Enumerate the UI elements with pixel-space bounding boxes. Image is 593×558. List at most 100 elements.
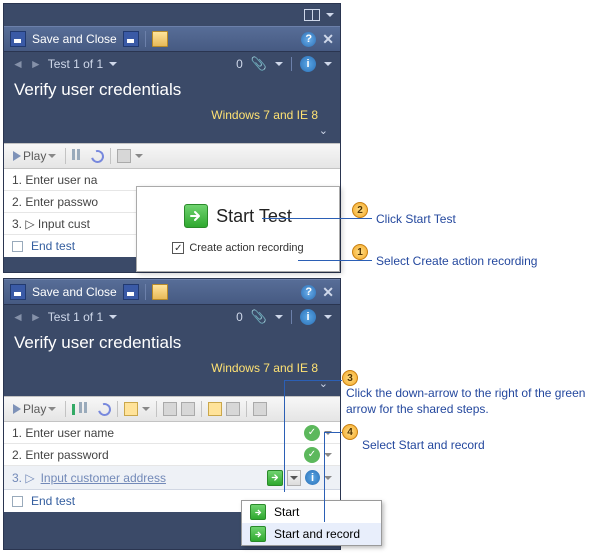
save-and-close-button[interactable]: Save and Close [32, 32, 117, 46]
shared-step-row[interactable]: 3. ▷ Input customer address i [4, 466, 340, 490]
main-toolbar: Save and Close ? ✕ [4, 26, 340, 52]
play-label: Play [23, 402, 46, 416]
checkbox-icon: ✓ [172, 242, 184, 254]
reset-icon[interactable] [96, 400, 114, 418]
attach-dropdown-icon[interactable] [275, 62, 283, 66]
play-button[interactable]: Play [10, 401, 59, 417]
info-icon[interactable]: i [300, 309, 316, 325]
test-config: Windows 7 and IE 8 [4, 108, 340, 124]
attachment-count: 0 [236, 310, 243, 324]
info-dropdown-icon[interactable] [324, 62, 332, 66]
start-arrow-icon [184, 204, 208, 228]
test-tab-row: ◄ ► Test 1 of 1 0 📎 i [4, 52, 340, 76]
panel-layout-icon[interactable] [304, 9, 320, 21]
save-icon-2[interactable] [123, 284, 139, 300]
test-tab-label[interactable]: Test 1 of 1 [48, 57, 103, 71]
close-icon[interactable]: ✕ [322, 31, 334, 48]
help-icon[interactable]: ? [301, 32, 316, 47]
open-folder-icon[interactable] [152, 31, 168, 47]
start-test-button[interactable]: Start Test [184, 204, 292, 228]
open-folder-icon[interactable] [152, 284, 168, 300]
callout-badge-3: 3 [342, 370, 358, 386]
screenshot-icon[interactable] [124, 402, 138, 416]
tool-icon-1[interactable] [117, 149, 131, 163]
tool-dropdown-icon[interactable] [135, 154, 143, 158]
play-dropdown-icon [48, 154, 56, 158]
play-label: Play [23, 149, 46, 163]
pause-icon[interactable] [79, 402, 94, 417]
chevron-down-icon[interactable] [326, 13, 334, 17]
test-tab-row: ◄ ► Test 1 of 1 0 📎 i [4, 305, 340, 329]
record-bar-icon[interactable] [72, 404, 75, 415]
close-icon[interactable]: ✕ [322, 284, 334, 301]
pause-icon[interactable] [72, 149, 87, 164]
pass-icon[interactable]: ✓ [304, 425, 320, 441]
save-and-close-button[interactable]: Save and Close [32, 285, 117, 299]
play-button[interactable]: Play [10, 148, 59, 164]
save-icon[interactable] [10, 284, 26, 300]
menu-label: Start [274, 505, 299, 519]
step-text: 3. ▷ Input cust [12, 217, 90, 231]
test-title: Verify user credentials [4, 329, 340, 361]
reset-icon[interactable] [89, 147, 107, 165]
shared-step-link[interactable]: Input customer address [41, 471, 166, 485]
callout-line [284, 380, 285, 492]
test-config: Windows 7 and IE 8 [4, 361, 340, 377]
stop-icon [12, 241, 23, 252]
step-row[interactable]: 2. Enter password ✓ [4, 444, 340, 466]
callout-text-2: Click Start Test [376, 212, 456, 226]
start-record-arrow-icon [250, 526, 266, 542]
attachment-icon[interactable]: 📎 [251, 56, 267, 72]
pass-icon[interactable]: ✓ [304, 447, 320, 463]
create-action-recording-checkbox[interactable]: ✓ Create action recording [172, 242, 303, 254]
play-toolbar: Play [4, 396, 340, 422]
tool-icon-a[interactable] [163, 402, 177, 416]
play-icon [13, 151, 21, 161]
menu-label: Start and record [274, 527, 360, 541]
save-icon-2[interactable] [123, 31, 139, 47]
next-icon[interactable]: ► [30, 57, 42, 71]
info-icon[interactable]: i [300, 56, 316, 72]
tool-icon-d[interactable] [226, 402, 240, 416]
help-icon[interactable]: ? [301, 285, 316, 300]
menu-item-start-and-record[interactable]: Start and record [242, 523, 381, 545]
main-toolbar: Save and Close ? ✕ [4, 279, 340, 305]
callout-badge-2: 2 [352, 202, 368, 218]
tab-dropdown-icon[interactable] [109, 315, 117, 319]
result-dropdown-icon[interactable] [324, 476, 332, 480]
tool-dropdown-icon[interactable] [142, 407, 150, 411]
callout-line [262, 218, 372, 219]
info-dropdown-icon[interactable] [324, 315, 332, 319]
step-text: End test [31, 239, 75, 253]
step-row[interactable]: 1. Enter user name ✓ [4, 422, 340, 444]
play-dropdown-icon [48, 407, 56, 411]
shared-step-dropdown-menu: Start Start and record [241, 500, 382, 546]
attachment-icon[interactable]: 📎 [251, 309, 267, 325]
step-number: 3. ▷ [12, 471, 35, 485]
tool-icon-c[interactable] [208, 402, 222, 416]
next-icon[interactable]: ► [30, 310, 42, 324]
step-text: 1. Enter user na [12, 173, 97, 187]
menu-item-start[interactable]: Start [242, 501, 381, 523]
test-tab-label[interactable]: Test 1 of 1 [48, 310, 103, 324]
callout-line [298, 260, 372, 261]
start-test-label: Start Test [216, 206, 292, 227]
active-result-icon[interactable]: i [305, 470, 320, 485]
tool-icon-e[interactable] [253, 402, 267, 416]
test-title: Verify user credentials [4, 76, 340, 108]
callout-badge-4: 4 [342, 424, 358, 440]
tab-dropdown-icon[interactable] [109, 62, 117, 66]
result-dropdown-icon[interactable] [324, 453, 332, 457]
collapse-chevron-icon[interactable]: ⌄ [4, 124, 340, 143]
save-icon[interactable] [10, 31, 26, 47]
prev-icon[interactable]: ◄ [12, 57, 24, 71]
callout-text-3: Click the down-arrow to the right of the… [346, 386, 586, 417]
start-shared-step-icon[interactable] [267, 470, 283, 486]
shared-step-dropdown-toggle[interactable] [287, 470, 301, 486]
prev-icon[interactable]: ◄ [12, 310, 24, 324]
step-text: 2. Enter password [12, 448, 109, 462]
attach-dropdown-icon[interactable] [275, 315, 283, 319]
attachment-count: 0 [236, 57, 243, 71]
callout-line [324, 432, 342, 433]
tool-icon-b[interactable] [181, 402, 195, 416]
